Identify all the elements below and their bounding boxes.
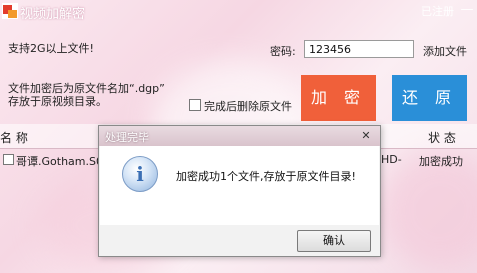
password-label: 密码: (270, 45, 296, 58)
delete-original-label: 完成后删除原文件 (204, 100, 292, 113)
dialog-message: 加密成功1个文件,存放于原文件目录! (176, 170, 356, 183)
close-icon[interactable]: ✕ (357, 128, 375, 144)
registered-status: 已注册 (421, 5, 454, 18)
column-status-header: 状 态 (428, 131, 456, 145)
support-text: 支持2G以上文件! (8, 42, 94, 55)
decrypt-button[interactable]: 还 原 (392, 75, 467, 121)
app-logo-icon (2, 3, 18, 19)
info-icon: i (122, 156, 158, 192)
row-quality: HD- (381, 153, 402, 166)
password-input[interactable] (304, 40, 414, 58)
row-file-name: 哥谭.Gotham.S02 (16, 155, 110, 168)
info-line-2: 存放于原视频目录。 (8, 95, 107, 108)
row-checkbox[interactable] (3, 154, 14, 165)
delete-original-checkbox[interactable] (189, 99, 201, 111)
confirm-button[interactable]: 确认 (297, 230, 371, 252)
row-status: 加密成功 (419, 155, 463, 168)
dialog-title-bar: 处理完毕 ✕ (99, 126, 380, 146)
title-bar: 视频加解密 已注册 — (0, 0, 477, 22)
dialog-title: 处理完毕 (105, 131, 149, 144)
column-name-header: 名 称 (0, 131, 28, 145)
window-title: 视频加解密 (20, 7, 86, 22)
dialog-body: i 加密成功1个文件,存放于原文件目录! (100, 146, 379, 225)
result-dialog: 处理完毕 ✕ i 加密成功1个文件,存放于原文件目录! 确认 (98, 125, 381, 257)
encrypt-button[interactable]: 加 密 (301, 75, 376, 121)
minimize-button[interactable]: — (460, 2, 474, 18)
add-file-button[interactable]: 添加文件 (423, 43, 467, 59)
